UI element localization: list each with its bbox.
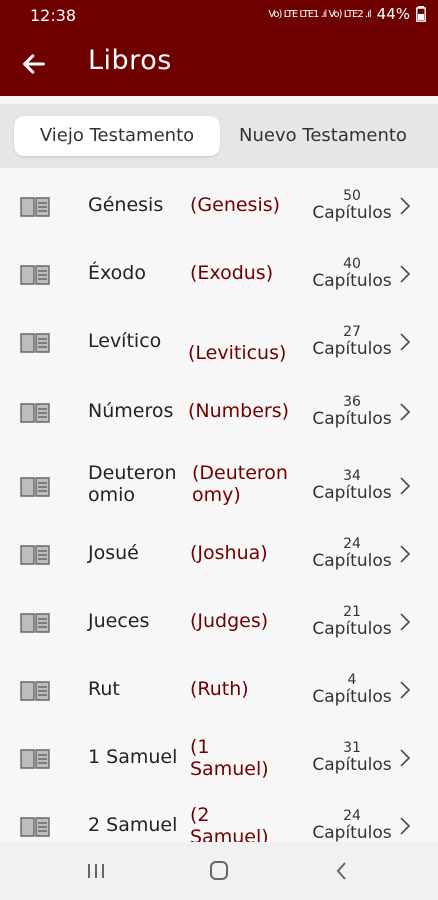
book-icon [20, 265, 50, 285]
chevron-right-icon [400, 197, 411, 215]
status-icons: Vo) LTE LTE1 .ıl Vo) LTE2 .ıl 44% [268, 5, 426, 23]
book-name: Levítico [88, 330, 162, 352]
book-english-name: (Judges) [190, 610, 269, 632]
book-icon [20, 613, 50, 633]
chapter-count-label: Capítulos [312, 409, 392, 429]
chapter-count: 21 Capítulos [306, 604, 398, 638]
book-english-name: (Deuteronomy) [192, 462, 288, 506]
chapter-count-label: Capítulos [312, 483, 392, 503]
system-navigation-bar [0, 842, 438, 900]
book-english-name: (Leviticus) [188, 342, 287, 364]
chapter-count: 24 Capítulos [306, 536, 398, 570]
recent-apps-icon[interactable] [76, 856, 116, 886]
chapter-count-label: Capítulos [312, 271, 392, 291]
back-arrow-icon[interactable] [20, 50, 48, 78]
book-row[interactable]: Deuteronomio (Deuteronomy) 34 Capítulos [0, 452, 438, 520]
book-icon [20, 197, 50, 217]
page-title: Libros [88, 45, 172, 76]
tab-new-testament[interactable]: Nuevo Testamento [228, 116, 418, 156]
book-name: Génesis [88, 194, 164, 216]
book-icon [20, 749, 50, 769]
chapter-count: 4 Capítulos [306, 672, 398, 706]
book-name: Jueces [88, 610, 150, 632]
testament-tabs: Viejo Testamento Nuevo Testamento [0, 104, 438, 168]
home-icon[interactable] [199, 856, 239, 886]
chapter-count: 34 Capítulos [306, 468, 398, 502]
chevron-right-icon [400, 749, 411, 767]
chapter-count-label: Capítulos [312, 619, 392, 639]
book-row[interactable]: Números (Numbers) 36 Capítulos [0, 378, 438, 446]
book-english-name: (Numbers) [188, 400, 290, 422]
chapter-count: 50 Capítulos [306, 188, 398, 222]
chapter-count: 27 Capítulos [306, 324, 398, 358]
book-english-name: (Exodus) [190, 262, 274, 284]
book-name: Números [88, 400, 174, 422]
battery-icon [416, 6, 426, 22]
status-time: 12:38 [30, 6, 77, 25]
book-icon [20, 477, 50, 497]
chevron-right-icon [400, 681, 411, 699]
book-row[interactable]: Jueces (Judges) 21 Capítulos [0, 588, 438, 656]
chapter-count: 36 Capítulos [306, 394, 398, 428]
chapter-count-label: Capítulos [312, 687, 392, 707]
book-name: Josué [88, 542, 139, 564]
network-signal-icon: Vo) LTE LTE1 .ıl Vo) LTE2 .ıl [268, 8, 371, 20]
chapter-count-label: Capítulos [312, 551, 392, 571]
chapter-count-label: Capítulos [312, 823, 392, 843]
chevron-right-icon [400, 613, 411, 631]
chevron-right-icon [400, 477, 411, 495]
book-english-name: (Genesis) [190, 194, 281, 216]
book-row[interactable]: Rut (Ruth) 4 Capítulos [0, 656, 438, 724]
book-row[interactable]: Josué (Joshua) 24 Capítulos [0, 520, 438, 588]
battery-level: 44% [376, 5, 410, 23]
chapter-count: 31 Capítulos [306, 740, 398, 774]
book-icon [20, 403, 50, 423]
chapter-count-label: Capítulos [312, 339, 392, 359]
status-bar: 12:38 Vo) LTE LTE1 .ıl Vo) LTE2 .ıl 44% [0, 0, 438, 30]
book-row[interactable]: Levítico (Leviticus) 27 Capítulos [0, 308, 438, 376]
book-name: Éxodo [88, 262, 146, 284]
book-row[interactable]: 1 Samuel (1 Samuel) 31 Capítulos [0, 724, 438, 792]
book-name: 1 Samuel [88, 746, 178, 768]
tab-old-testament[interactable]: Viejo Testamento [14, 116, 220, 156]
book-english-name: (1 Samuel) [190, 736, 269, 780]
chevron-right-icon [400, 403, 411, 421]
book-row[interactable]: Génesis (Genesis) 50 Capítulos [0, 172, 438, 240]
chevron-right-icon [400, 265, 411, 283]
chevron-right-icon [400, 333, 411, 351]
chevron-right-icon [400, 817, 411, 835]
app-bar: Libros [0, 30, 438, 96]
book-english-name: (Ruth) [190, 678, 249, 700]
book-name: Rut [88, 678, 120, 700]
chapter-count: 40 Capítulos [306, 256, 398, 290]
book-name: Deuteronomio [88, 462, 177, 506]
book-icon [20, 681, 50, 701]
book-icon [20, 817, 50, 837]
book-english-name: (Joshua) [190, 542, 268, 564]
book-row[interactable]: Éxodo (Exodus) 40 Capítulos [0, 240, 438, 308]
book-icon [20, 333, 50, 353]
chevron-right-icon [400, 545, 411, 563]
chapter-count-label: Capítulos [312, 755, 392, 775]
book-icon [20, 545, 50, 565]
chapter-count-label: Capítulos [312, 203, 392, 223]
system-back-icon[interactable] [322, 856, 362, 886]
chapter-count: 24 Capítulos [306, 808, 398, 842]
book-name: 2 Samuel [88, 814, 178, 836]
